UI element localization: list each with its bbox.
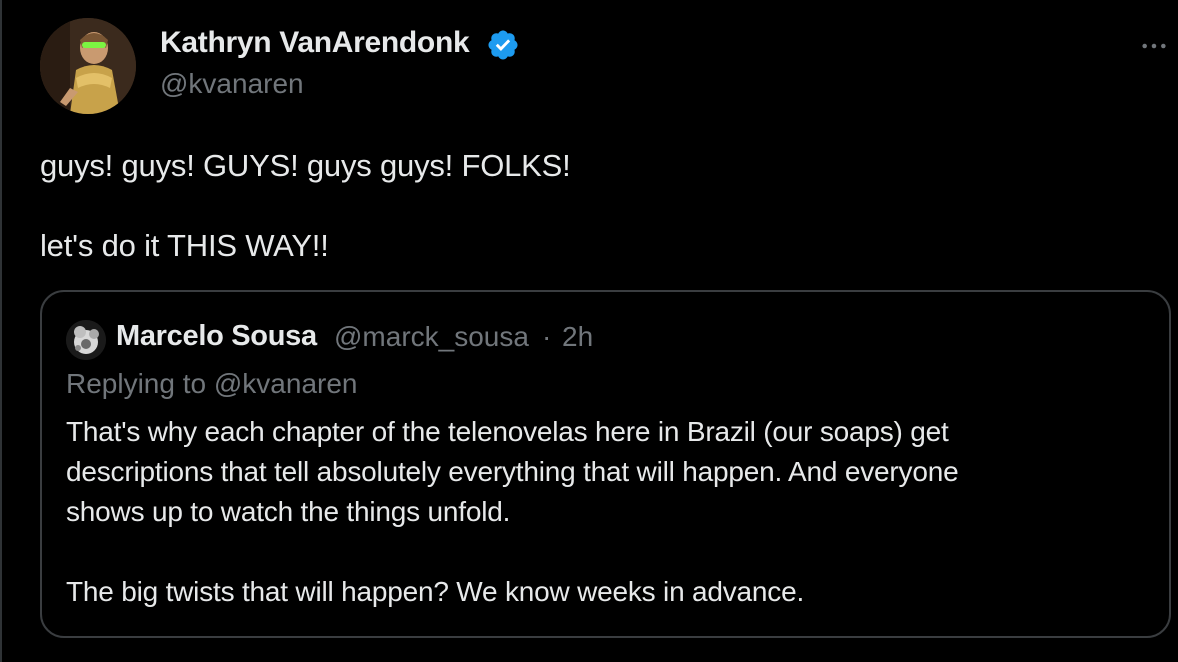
more-horizontal-icon (1142, 43, 1166, 49)
tweet-text-line: guys! guys! GUYS! guys guys! FOLKS! (40, 148, 571, 183)
tweet-text-line: let's do it THIS WAY!! (40, 228, 329, 263)
quoted-text-line: The big twists that will happen? We know… (66, 576, 805, 607)
author-handle[interactable]: @kvanaren (160, 68, 304, 100)
replying-to-handle[interactable]: @kvanaren (214, 368, 358, 399)
quoted-text-line: descriptions that tell absolutely everyt… (66, 456, 959, 487)
tweet-card: Kathryn VanArendonk @kvanaren guys! guys… (0, 0, 1178, 662)
quoted-timestamp: 2h (562, 321, 594, 352)
quoted-text-line: shows up to watch the things unfold. (66, 496, 511, 527)
author-avatar[interactable] (40, 18, 136, 114)
quoted-author-name: Marcelo Sousa (116, 320, 317, 352)
author-name[interactable]: Kathryn VanArendonk (160, 26, 470, 60)
replying-to: Replying to @kvanaren (66, 368, 357, 400)
verified-badge-icon (486, 28, 520, 62)
quoted-tweet[interactable]: Marcelo Sousa @marck_sousa · 2h Replying… (40, 290, 1171, 638)
quoted-text-line: That's why each chapter of the telenovel… (66, 416, 949, 447)
separator-dot: · (542, 321, 552, 352)
quoted-author-handle: @marck_sousa (334, 321, 529, 352)
replying-to-label: Replying to (66, 368, 214, 399)
more-options-button[interactable] (1134, 26, 1174, 66)
avatar-image (40, 18, 136, 114)
quoted-avatar-image (66, 320, 106, 360)
quoted-author-avatar (66, 320, 106, 360)
